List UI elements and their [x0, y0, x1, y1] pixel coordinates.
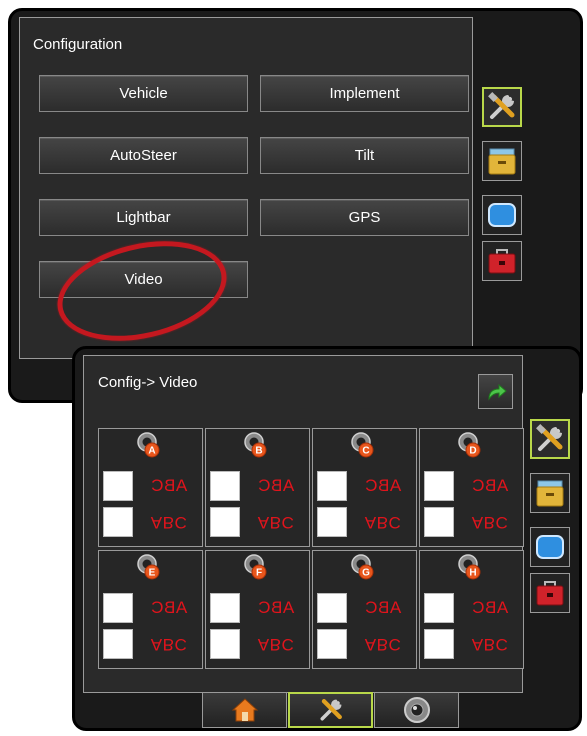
data-tab[interactable] [482, 141, 522, 181]
flip-checkbox[interactable] [424, 507, 454, 537]
camera-letter: G [362, 568, 370, 579]
mirror-label: ABC [471, 476, 509, 495]
mirror-checkbox[interactable] [424, 471, 454, 501]
home-icon [231, 698, 258, 722]
mirror-checkbox[interactable] [424, 593, 454, 623]
monitor-icon [488, 203, 516, 227]
tools-icon [488, 92, 515, 119]
tools-box-tab[interactable] [482, 241, 522, 281]
camera-letter: D [469, 446, 476, 457]
camera-cell: G ABC ABC [312, 550, 417, 669]
mirror-checkbox[interactable] [210, 593, 240, 623]
mirror-checkbox[interactable] [103, 471, 133, 501]
return-arrow-icon [487, 383, 507, 401]
video-config-screen: Config-> Video A ABC ABC B ABC ABC C ABC… [72, 346, 582, 731]
camera-cell: H ABC ABC [419, 550, 524, 669]
video-tab[interactable] [482, 195, 522, 235]
toolbox-icon [536, 581, 564, 606]
flip-label: ABC [471, 513, 509, 532]
flip-label: ABC [150, 513, 188, 532]
flip-label: ABC [364, 513, 402, 532]
flip-checkbox[interactable] [317, 629, 347, 659]
flip-checkbox[interactable] [424, 629, 454, 659]
camera-letter: H [469, 568, 476, 579]
mirror-label: ABC [257, 476, 295, 495]
video-config-panel: Config-> Video A ABC ABC B ABC ABC C ABC… [83, 355, 524, 693]
camera-letter: F [256, 568, 262, 579]
tools-icon [536, 424, 563, 451]
camera-letter: C [362, 446, 369, 457]
camera-icon: G [351, 554, 374, 580]
mirror-label: ABC [150, 476, 188, 495]
highlight-circle [47, 225, 237, 357]
flip-label: ABC [364, 635, 402, 654]
configuration-screen: Configuration Vehicle Implement AutoStee… [8, 8, 583, 403]
camera-tab[interactable] [374, 692, 459, 728]
tilt-button[interactable]: Tilt [260, 137, 469, 174]
flip-label: ABC [257, 635, 295, 654]
camera-cell: B ABC ABC [205, 428, 310, 547]
lightbar-button[interactable]: Lightbar [39, 199, 248, 236]
page-title: Config-> Video [98, 374, 198, 391]
gps-button[interactable]: GPS [260, 199, 469, 236]
configuration-panel: Configuration Vehicle Implement AutoStee… [19, 17, 473, 359]
autosteer-button[interactable]: AutoSteer [39, 137, 248, 174]
flip-checkbox[interactable] [103, 507, 133, 537]
camera-cell: A ABC ABC [98, 428, 203, 547]
flip-checkbox[interactable] [317, 507, 347, 537]
mirror-label: ABC [257, 598, 295, 617]
camera-icon [403, 697, 430, 723]
vehicle-button[interactable]: Vehicle [39, 75, 248, 112]
camera-cell: E ABC ABC [98, 550, 203, 669]
camera-icon: B [244, 432, 267, 458]
home-tab[interactable] [202, 692, 287, 728]
mirror-checkbox[interactable] [317, 593, 347, 623]
flip-label: ABC [257, 513, 295, 532]
mirror-checkbox[interactable] [317, 471, 347, 501]
camera-letter: A [148, 446, 155, 457]
camera-cell: F ABC ABC [205, 550, 310, 669]
tools-bottom-tab[interactable] [288, 692, 373, 728]
mirror-label: ABC [471, 598, 509, 617]
flip-checkbox[interactable] [210, 507, 240, 537]
flip-label: ABC [150, 635, 188, 654]
camera-icon: A [137, 432, 160, 458]
mirror-checkbox[interactable] [210, 471, 240, 501]
mirror-label: ABC [364, 476, 402, 495]
tools-tab[interactable] [530, 419, 570, 459]
monitor-icon [536, 535, 564, 559]
mirror-checkbox[interactable] [103, 593, 133, 623]
page-title: Configuration [33, 36, 123, 53]
tools-icon [320, 699, 342, 721]
flip-label: ABC [471, 635, 509, 654]
camera-letter: B [255, 446, 262, 457]
file-cabinet-icon [536, 480, 564, 507]
camera-icon: H [458, 554, 481, 580]
camera-icon: E [137, 554, 160, 580]
mirror-label: ABC [150, 598, 188, 617]
camera-icon: C [351, 432, 374, 458]
toolbox-icon [488, 249, 516, 274]
flip-checkbox[interactable] [210, 629, 240, 659]
flip-checkbox[interactable] [103, 629, 133, 659]
tools-tab[interactable] [482, 87, 522, 127]
data-tab[interactable] [530, 473, 570, 513]
camera-icon: D [458, 432, 481, 458]
implement-button[interactable]: Implement [260, 75, 469, 112]
camera-icon: F [244, 554, 267, 580]
tools-box-tab[interactable] [530, 573, 570, 613]
file-cabinet-icon [488, 148, 516, 175]
back-button[interactable] [478, 374, 513, 409]
mirror-label: ABC [364, 598, 402, 617]
video-tab[interactable] [530, 527, 570, 567]
camera-cell: C ABC ABC [312, 428, 417, 547]
camera-letter: E [149, 568, 156, 579]
camera-cell: D ABC ABC [419, 428, 524, 547]
